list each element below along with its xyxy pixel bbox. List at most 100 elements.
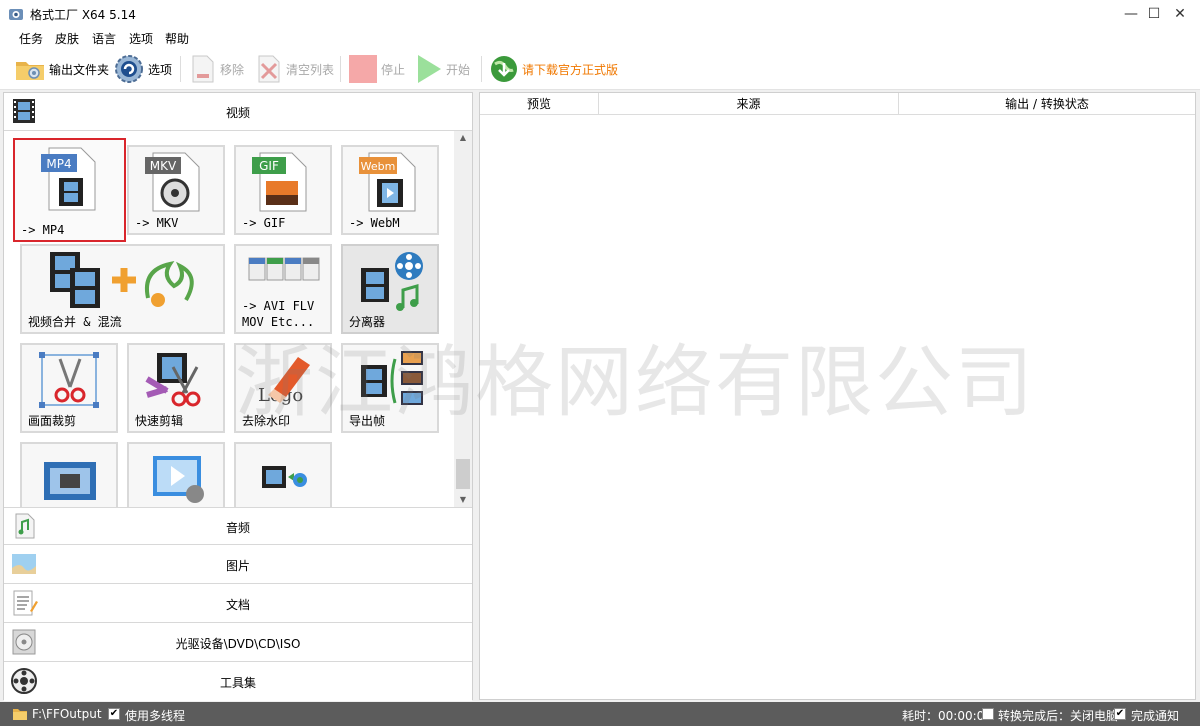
splitter-tile[interactable]: 分离器: [341, 244, 439, 334]
shutdown-after-convert-checkbox[interactable]: [982, 708, 994, 720]
video-download-tile[interactable]: [234, 442, 332, 507]
remove-button[interactable]: 移除: [189, 53, 244, 85]
column-source[interactable]: 来源: [599, 93, 899, 115]
function-panel: 视频 MP4 -> MP4 MKV -> MKV GIF -> GIF Webm…: [3, 92, 473, 701]
mp4-badge: MP4: [46, 157, 71, 171]
clear-list-button[interactable]: 清空列表: [255, 53, 334, 85]
video-player-tile[interactable]: [127, 442, 225, 507]
menu-task[interactable]: 任务: [19, 30, 43, 47]
category-disc[interactable]: 光驱设备\DVD\CD\ISO: [4, 624, 472, 662]
close-button[interactable]: ✕: [1160, 0, 1200, 28]
scroll-thumb[interactable]: [456, 459, 470, 489]
tile-label: -> MP4: [21, 223, 65, 237]
stop-icon: [349, 55, 377, 83]
stop-label: 停止: [381, 62, 406, 77]
category-audio-label: 音频: [225, 521, 250, 535]
folder-icon: [16, 62, 44, 80]
category-document-label: 文档: [225, 598, 250, 612]
screen-record-tile[interactable]: [20, 442, 118, 507]
notify-checkbox[interactable]: ✔: [1114, 708, 1126, 720]
options-button[interactable]: 选项: [113, 53, 172, 85]
start-play-icon: [418, 55, 441, 83]
video-merge-tile[interactable]: 视频合并 & 混流: [20, 244, 225, 334]
remove-label: 移除: [220, 62, 245, 77]
mkv-file-icon: MKV: [145, 152, 200, 212]
start-label: 开始: [446, 62, 471, 77]
function-grid-scrollbar[interactable]: ▲ ▼: [454, 131, 472, 507]
title-bar: 格式工厂 X64 5.14 — ☐ ✕: [0, 0, 1200, 28]
tile-label: 视频合并 & 混流: [28, 315, 122, 329]
convert-to-webm-tile[interactable]: Webm -> WebM: [341, 145, 439, 235]
category-picture-label: 图片: [225, 559, 250, 573]
category-picture[interactable]: 图片: [4, 546, 472, 584]
multithread-label: 使用多线程: [125, 709, 186, 723]
multi-format-icon: [248, 257, 320, 281]
category-document[interactable]: 文档: [4, 585, 472, 623]
category-audio[interactable]: 音频: [4, 507, 472, 545]
menu-options[interactable]: 选项: [129, 30, 153, 47]
clear-list-icon: [258, 55, 280, 83]
app-logo-icon: [9, 9, 23, 20]
output-folder-icon[interactable]: [12, 707, 28, 721]
tile-label: 分离器: [349, 315, 386, 329]
category-disc-label: 光驱设备\DVD\CD\ISO: [175, 637, 301, 651]
download-official-link[interactable]: 请下载官方正式版: [489, 53, 618, 85]
stop-button[interactable]: 停止: [348, 53, 405, 85]
convert-to-gif-tile[interactable]: GIF -> GIF: [234, 145, 332, 235]
splitter-icon: [361, 252, 423, 311]
toolbar-separator: [340, 56, 341, 82]
category-video-label: 视频: [225, 106, 250, 120]
screen-record-icon: [44, 462, 96, 500]
menu-help[interactable]: 帮助: [165, 30, 189, 47]
column-preview[interactable]: 预览: [480, 93, 599, 115]
webm-badge: Webm: [361, 160, 396, 173]
mkv-badge: MKV: [150, 159, 177, 173]
convert-to-avi-flv-mov-tile[interactable]: -> AVI FLV MOV Etc...: [234, 244, 332, 334]
gif-file-icon: GIF: [252, 152, 307, 212]
video-player-icon: [153, 456, 204, 503]
globe-download-icon: [491, 56, 517, 82]
quick-clip-icon: [145, 353, 201, 407]
tile-label: 导出帧: [349, 414, 386, 428]
tile-label: -> GIF: [242, 216, 286, 230]
clear-list-label: 清空列表: [286, 62, 335, 77]
category-toolbox[interactable]: 工具集: [4, 663, 472, 701]
crop-tile[interactable]: 画面裁剪: [20, 343, 118, 433]
elapsed-time: 耗时：00:00:00: [902, 709, 992, 723]
tile-label: 快速剪辑: [135, 414, 184, 428]
multithread-checkbox[interactable]: ✔: [108, 708, 120, 720]
window-title: 格式工厂 X64 5.14: [30, 8, 136, 22]
video-function-grid: MP4 -> MP4 MKV -> MKV GIF -> GIF Webm ->…: [4, 131, 454, 507]
column-output-status[interactable]: 输出 / 转换状态: [899, 93, 1195, 115]
convert-to-mkv-tile[interactable]: MKV -> MKV: [127, 145, 225, 235]
output-folder-label: 输出文件夹: [49, 62, 110, 77]
export-frames-icon: [361, 351, 423, 405]
toolbar-separator: [180, 56, 181, 82]
notify-label: 完成通知: [1131, 709, 1180, 723]
scroll-down-icon[interactable]: ▼: [454, 493, 472, 507]
tile-label: 去除水印: [242, 414, 291, 428]
tile-label: -> WebM: [349, 216, 400, 230]
options-label: 选项: [148, 62, 173, 77]
menu-bar: 任务 皮肤 语言 选项 帮助: [0, 28, 1200, 48]
output-path[interactable]: F:\FFOutput: [32, 707, 102, 721]
menu-language[interactable]: 语言: [92, 30, 116, 47]
options-gear-icon: [115, 55, 143, 83]
task-list-panel[interactable]: 预览 来源 输出 / 转换状态: [479, 92, 1196, 700]
menu-skin[interactable]: 皮肤: [55, 30, 79, 47]
start-button[interactable]: 开始: [415, 53, 470, 85]
remove-icon: [192, 55, 214, 83]
output-folder-button[interactable]: 输出文件夹: [14, 53, 109, 85]
crop-icon: [39, 352, 99, 408]
convert-to-mp4-tile[interactable]: MP4 -> MP4: [13, 138, 126, 242]
category-toolbox-label: 工具集: [219, 676, 256, 690]
remove-watermark-tile[interactable]: Logo 去除水印: [234, 343, 332, 433]
after-convert-label: 转换完成后：关闭电脑: [998, 709, 1119, 723]
gif-badge: GIF: [259, 159, 279, 173]
category-video[interactable]: 视频: [4, 93, 472, 131]
tile-label: 画面裁剪: [28, 414, 77, 428]
export-frames-tile[interactable]: 导出帧: [341, 343, 439, 433]
quick-clip-tile[interactable]: 快速剪辑: [127, 343, 225, 433]
toolbar-separator: [481, 56, 482, 82]
scroll-up-icon[interactable]: ▲: [454, 131, 472, 145]
